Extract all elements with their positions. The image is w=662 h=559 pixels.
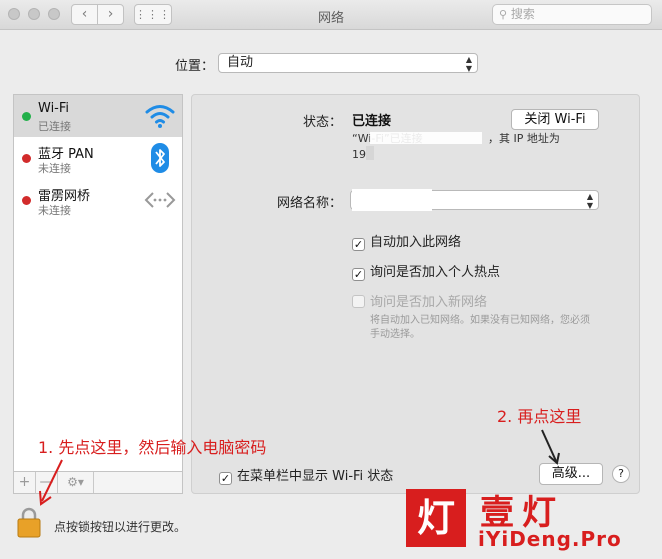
- ask-new-network-checkbox: [352, 295, 365, 308]
- search-input[interactable]: ⚲ 搜索: [492, 4, 652, 25]
- annotation-step1: 1. 先点这里，然后输入电脑密码: [38, 438, 267, 457]
- ask-hotspot-label: 询问是否加入个人热点: [370, 265, 501, 280]
- location-select[interactable]: 自动 ▲ ▼: [218, 53, 478, 73]
- lock-hint-text: 点按锁按钮以进行更改。: [54, 520, 187, 534]
- auto-join-label: 自动加入此网络: [370, 235, 462, 250]
- service-name: Wi-Fi: [38, 101, 70, 116]
- advanced-button[interactable]: 高级...: [539, 463, 603, 485]
- auto-join-option[interactable]: ✓ 自动加入此网络: [352, 231, 461, 251]
- status-dot-disconnected: [22, 154, 31, 163]
- location-label: 位置：: [175, 59, 215, 74]
- service-list: Wi-Fi 已连接 蓝牙 PAN 未连接 雷雳网桥 未连接: [13, 94, 183, 472]
- updown-arrows-icon: ▲ ▼: [465, 55, 472, 73]
- service-status: 未连接: [38, 162, 71, 175]
- status-label: 状态：: [302, 115, 342, 130]
- redaction-overlay: [366, 146, 374, 160]
- status-description-tail: ，其 IP 地址为: [488, 132, 560, 145]
- annotation-arrow-down-left: [39, 459, 63, 506]
- status-description-line2: 19: [352, 148, 366, 161]
- options-note-line1: 将自动加入已知网络。如果没有已知网络，您必须: [370, 315, 590, 326]
- search-icon: ⚲: [499, 8, 508, 21]
- status-dot-connected: [22, 112, 31, 121]
- show-in-menubar-label: 在菜单栏中显示 Wi-Fi 状态: [237, 469, 394, 484]
- help-button[interactable]: ?: [612, 465, 630, 483]
- network-name-label: 网络名称：: [276, 196, 342, 211]
- service-status: 未连接: [38, 204, 71, 217]
- service-status: 已连接: [38, 120, 71, 133]
- show-in-menubar-option[interactable]: ✓ 在菜单栏中显示 Wi-Fi 状态: [219, 465, 393, 485]
- status-dot-disconnected: [22, 196, 31, 205]
- bluetooth-icon: [151, 143, 169, 173]
- auto-join-checkbox[interactable]: ✓: [352, 238, 365, 251]
- redaction-overlay: [352, 189, 432, 211]
- turn-off-wifi-button[interactable]: 关闭 Wi-Fi: [511, 109, 599, 130]
- title-bar: ‹ › ⋮⋮⋮ 网络 ⚲ 搜索: [0, 0, 662, 30]
- thunderbolt-bridge-icon: [144, 192, 176, 208]
- service-item-bluetooth-pan[interactable]: 蓝牙 PAN 未连接: [14, 137, 182, 179]
- ask-new-network-label: 询问是否加入新网络: [370, 295, 488, 310]
- ask-new-network-option: 询问是否加入新网络: [352, 291, 487, 310]
- watermark-logo: 灯 壹灯 iYiDeng.Pro: [406, 485, 656, 555]
- show-in-menubar-checkbox[interactable]: ✓: [219, 472, 232, 485]
- wifi-icon: [145, 105, 175, 128]
- watermark-badge: 灯: [406, 489, 466, 547]
- search-placeholder: 搜索: [510, 7, 535, 21]
- service-item-wifi[interactable]: Wi-Fi 已连接: [14, 95, 182, 137]
- annotation-step2: 2. 再点这里: [497, 407, 582, 426]
- location-value: 自动: [227, 55, 254, 70]
- ask-hotspot-option[interactable]: ✓ 询问是否加入个人热点: [352, 261, 500, 281]
- options-note-line2: 手动选择。: [370, 329, 420, 340]
- lock-icon[interactable]: [17, 506, 41, 538]
- status-value: 已连接: [352, 114, 392, 129]
- add-service-button[interactable]: +: [14, 472, 36, 493]
- redaction-overlay: [370, 132, 482, 144]
- service-item-thunderbolt-bridge[interactable]: 雷雳网桥 未连接: [14, 179, 182, 221]
- ask-hotspot-checkbox[interactable]: ✓: [352, 268, 365, 281]
- annotation-arrow-down: [541, 429, 560, 465]
- updown-arrows-icon: ▲ ▼: [586, 192, 593, 210]
- watermark-url: iYiDeng.Pro: [478, 527, 622, 551]
